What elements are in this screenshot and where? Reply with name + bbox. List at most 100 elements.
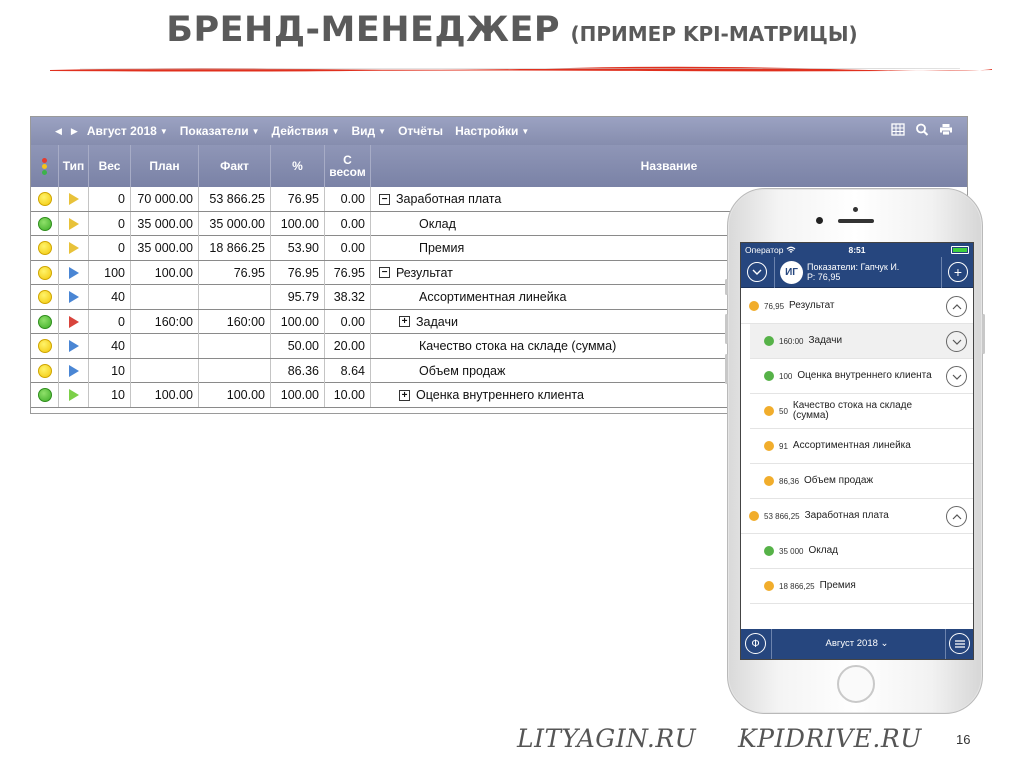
header-weighted[interactable]: С весом bbox=[325, 145, 371, 187]
item-value: 50 bbox=[779, 406, 788, 416]
status-cell bbox=[31, 383, 59, 407]
footer-site-kpidrive[interactable]: KPIDRIVE.RU bbox=[738, 724, 922, 753]
menu-settings[interactable]: Настройки ▼ bbox=[455, 124, 529, 138]
weight-cell: 100 bbox=[89, 260, 131, 285]
search-icon[interactable] bbox=[915, 123, 929, 136]
green-status-dot-icon bbox=[764, 336, 774, 346]
item-value: 35 000 bbox=[779, 546, 804, 556]
kpi-name: Качество стока на складе (сумма) bbox=[419, 339, 617, 353]
plan-cell: 70 000.00 bbox=[131, 187, 199, 211]
phone-frame: Оператор 8:51 ИГ Показатели: Гапчук И. Р… bbox=[725, 188, 985, 714]
list-item[interactable]: 50 Качество стока на складе (сумма) bbox=[750, 394, 973, 429]
footer-period-selector[interactable]: Август 2018 ⌄ bbox=[741, 638, 973, 649]
menu-actions[interactable]: Действия ▼ bbox=[272, 124, 340, 138]
fact-cell: 18 866.25 bbox=[199, 236, 271, 260]
prev-period-icon[interactable]: ◀ bbox=[55, 126, 62, 137]
collapse-all-button[interactable] bbox=[747, 262, 767, 282]
kpi-name: Объем продаж bbox=[419, 363, 506, 378]
weighted-cell: 0.00 bbox=[325, 236, 371, 260]
expand-icon[interactable]: + bbox=[399, 316, 410, 327]
list-item[interactable]: 86,36 Объем продаж bbox=[750, 464, 973, 499]
next-period-icon[interactable]: ▶ bbox=[71, 126, 78, 137]
period-dropdown[interactable]: Август 2018 ▼ bbox=[87, 124, 168, 138]
collapse-icon[interactable]: − bbox=[379, 193, 390, 205]
toggle-button[interactable] bbox=[946, 296, 967, 317]
percent-cell: 76.95 bbox=[271, 187, 325, 211]
menu-view[interactable]: Вид ▼ bbox=[351, 124, 386, 138]
type-cell bbox=[59, 358, 89, 383]
home-button[interactable] bbox=[837, 665, 875, 703]
header-weight[interactable]: Вес bbox=[89, 145, 131, 187]
yellow-status-dot-icon bbox=[764, 476, 774, 486]
header-name[interactable]: Название bbox=[371, 145, 967, 187]
plus-icon: + bbox=[953, 264, 963, 280]
slide-title-sub: (ПРИМЕР KPI-МАТРИЦЫ) bbox=[570, 22, 858, 46]
menu-indicators[interactable]: Показатели ▼ bbox=[180, 124, 260, 138]
menu-reports[interactable]: Отчёты bbox=[398, 124, 443, 138]
print-icon[interactable] bbox=[939, 123, 953, 136]
item-value: 76,95 bbox=[764, 301, 785, 311]
item-label: Премия bbox=[819, 580, 856, 591]
slide-title: БРЕНД-МЕНЕДЖЕР (ПРИМЕР KPI-МАТРИЦЫ) bbox=[0, 10, 1024, 50]
green-status-dot-icon bbox=[37, 314, 52, 329]
plan-cell: 160:00 bbox=[131, 309, 199, 334]
status-time: 8:51 bbox=[848, 245, 866, 255]
status-cell bbox=[31, 358, 59, 383]
type-cell bbox=[59, 285, 89, 309]
type-cell bbox=[59, 260, 89, 285]
add-button[interactable]: + bbox=[948, 262, 968, 282]
plan-cell bbox=[131, 285, 199, 309]
header-fact[interactable]: Факт bbox=[199, 145, 271, 187]
toggle-button[interactable] bbox=[946, 506, 967, 527]
toggle-button[interactable] bbox=[946, 331, 967, 352]
menu-icon bbox=[954, 639, 965, 648]
list-item[interactable]: 35 000 Оклад bbox=[750, 534, 973, 569]
header-status[interactable] bbox=[31, 145, 59, 187]
header-percent[interactable]: % bbox=[271, 145, 325, 187]
collapse-icon[interactable]: − bbox=[379, 267, 390, 278]
chevron-down-icon bbox=[952, 339, 961, 345]
percent-cell: 95.79 bbox=[271, 285, 325, 309]
weighted-cell: 38.32 bbox=[325, 285, 371, 309]
percent-cell: 100.00 bbox=[271, 211, 325, 236]
menu-button[interactable] bbox=[949, 633, 970, 654]
status-cell bbox=[31, 334, 59, 358]
weight-cell: 10 bbox=[89, 383, 131, 407]
desktop-toolbar: ◀ ▶ Август 2018 ▼ Показатели ▼ Действия ▼ В… bbox=[31, 117, 967, 145]
list-item[interactable]: 91 Ассортиментная линейка bbox=[750, 429, 973, 464]
chevron-down-icon bbox=[752, 269, 762, 275]
kpi-name: Ассортиментная линейка bbox=[419, 290, 567, 304]
red-flag-icon bbox=[68, 315, 79, 328]
list-item[interactable]: 18 866,25 Премия bbox=[750, 569, 973, 604]
header-plan[interactable]: План bbox=[131, 145, 199, 187]
footer-site-lityagin[interactable]: LITYAGIN.RU bbox=[517, 724, 696, 753]
list-item[interactable]: 53 866,25 Заработная плата bbox=[741, 499, 973, 534]
mobile-footer: Ф Август 2018 ⌄ bbox=[741, 629, 973, 659]
avatar[interactable]: ИГ bbox=[780, 261, 803, 284]
kpi-name: Результат bbox=[396, 265, 453, 280]
status-cell bbox=[31, 211, 59, 236]
chevron-up-icon bbox=[952, 303, 961, 309]
plan-cell: 100.00 bbox=[131, 383, 199, 407]
list-item[interactable]: 160:00 Задачи bbox=[750, 324, 973, 359]
percent-cell: 76.95 bbox=[271, 260, 325, 285]
navbar-divider bbox=[774, 257, 775, 288]
chevron-down-icon: ▼ bbox=[331, 126, 340, 136]
yellow-flag-icon bbox=[68, 242, 79, 254]
plan-cell bbox=[131, 334, 199, 358]
list-item[interactable]: 100 Оценка внутреннего клиента bbox=[750, 359, 973, 394]
header-type[interactable]: Тип bbox=[59, 145, 89, 187]
toggle-button[interactable] bbox=[946, 366, 967, 387]
type-cell bbox=[59, 236, 89, 260]
chevron-down-icon: ▼ bbox=[251, 126, 260, 136]
yellow-status-dot-icon bbox=[37, 290, 52, 304]
list-item[interactable]: 76,95 Результат bbox=[741, 289, 973, 324]
status-cell bbox=[31, 187, 59, 211]
fact-cell bbox=[199, 358, 271, 383]
item-value: 160:00 bbox=[779, 336, 804, 346]
expand-icon[interactable]: + bbox=[399, 389, 410, 401]
yellow-status-dot-icon bbox=[37, 192, 52, 206]
weight-cell: 40 bbox=[89, 334, 131, 358]
table-icon[interactable] bbox=[891, 123, 905, 136]
blue-flag-icon bbox=[68, 340, 79, 352]
